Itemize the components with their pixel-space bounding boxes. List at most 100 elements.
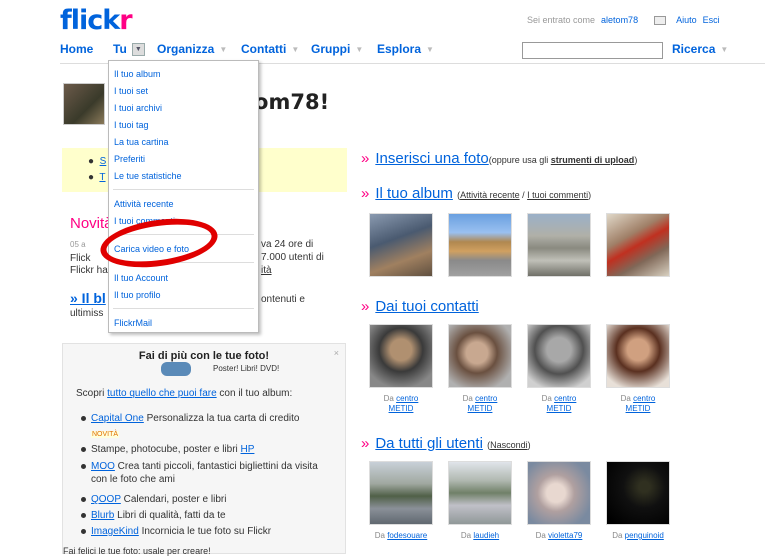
nav-explore[interactable]: Esplora ▼	[377, 42, 434, 56]
contact-caption: Da centro METID	[606, 394, 670, 414]
everyone-caption: Da laudieh	[448, 531, 512, 541]
everyone-photo[interactable]	[369, 461, 433, 525]
user-link[interactable]: laudieh	[473, 531, 499, 540]
news-line-2a: Flickr ha	[70, 265, 108, 276]
everyone-caption: Da violetta79	[527, 531, 591, 541]
menu-item-stats[interactable]: Le tue statistiche	[114, 171, 182, 181]
contact-photo[interactable]	[369, 324, 433, 388]
tip-1-link[interactable]: S	[100, 156, 107, 167]
promo-item: Stampe, photocube, poster e libri HP	[80, 443, 255, 456]
chevron-down-icon[interactable]: ▼	[720, 45, 728, 54]
promo-item-link[interactable]: Blurb	[91, 510, 114, 521]
menu-item-album[interactable]: Il tuo album	[114, 69, 161, 79]
album-photo[interactable]	[606, 213, 670, 277]
blog-link[interactable]: » Il bl	[70, 290, 106, 306]
promo-item-link[interactable]: HP	[241, 444, 255, 455]
contact-link[interactable]: centro	[396, 394, 418, 403]
flickr-logo[interactable]: flickr	[60, 5, 133, 36]
search-input[interactable]	[522, 42, 663, 59]
chevron-down-icon[interactable]: ▼	[219, 45, 227, 54]
promo-item-link[interactable]: Capital One	[91, 413, 144, 424]
album-photo[interactable]	[527, 213, 591, 277]
contacts-link[interactable]: Dai tuoi contatti	[375, 298, 478, 315]
contact-photo[interactable]	[448, 324, 512, 388]
search-button-label: Ricerca	[672, 42, 716, 56]
raquo-icon: »	[361, 298, 370, 315]
caption-from: Da	[612, 531, 625, 540]
everyone-photo[interactable]	[448, 461, 512, 525]
search-button[interactable]: Ricerca ▼	[672, 42, 728, 56]
user-link[interactable]: penguinoid	[625, 531, 664, 540]
upload-tools-link[interactable]: strumenti di upload	[551, 155, 635, 165]
promo-intro-b: con il tuo album:	[216, 388, 293, 399]
caption-from: Da	[374, 531, 388, 540]
mail-icon[interactable]	[654, 15, 667, 25]
album-link[interactable]: Il tuo album	[375, 185, 453, 202]
album-photo[interactable]	[448, 213, 512, 277]
your-comments-link[interactable]: I tuoi commenti	[527, 190, 588, 200]
chevron-down-icon[interactable]: ▼	[291, 45, 299, 54]
contact-photo[interactable]	[606, 324, 670, 388]
menu-divider	[113, 308, 254, 309]
everyone-caption: Da penguinoid	[606, 531, 670, 541]
promo-item-text: Incornicia le tue foto su Flickr	[138, 526, 272, 537]
menu-item-archives[interactable]: I tuoi archivi	[114, 103, 162, 113]
contact-link[interactable]: centro	[554, 394, 576, 403]
menu-item-sets[interactable]: I tuoi set	[114, 86, 148, 96]
menu-item-tags[interactable]: I tuoi tag	[114, 120, 149, 130]
album-photo[interactable]	[369, 213, 433, 277]
contact-link[interactable]: METID	[389, 404, 414, 413]
tip-2[interactable]: ● T	[88, 172, 106, 183]
promo-item-text: Calendari, poster e libri	[120, 494, 227, 505]
chevron-down-icon[interactable]: ▼	[426, 45, 434, 54]
nav-organize[interactable]: Organizza ▼	[157, 42, 227, 56]
recent-activity-link[interactable]: Attività recente	[460, 190, 520, 200]
nav-groups[interactable]: Gruppi ▼	[311, 42, 363, 56]
menu-item-profile[interactable]: Il tuo profilo	[114, 290, 161, 300]
avatar[interactable]	[63, 83, 105, 125]
user-link[interactable]: violetta79	[548, 531, 582, 540]
nav-home[interactable]: Home	[60, 42, 93, 56]
close-icon[interactable]: ×	[334, 348, 339, 358]
promo-intro-link[interactable]: tutto quello che puoi fare	[107, 388, 217, 399]
caption-from: Da	[535, 531, 549, 540]
nav-you-label: Tu	[113, 42, 127, 56]
menu-item-flickrmail[interactable]: FlickrMail	[114, 318, 152, 328]
logout-link[interactable]: Esci	[703, 15, 720, 25]
caption-from: Da	[541, 394, 555, 403]
nav-you[interactable]: Tu ▼	[113, 42, 145, 56]
contact-link[interactable]: METID	[626, 404, 651, 413]
everyone-photo[interactable]	[606, 461, 670, 525]
menu-item-account[interactable]: Il tuo Account	[114, 273, 168, 283]
promo-item-link[interactable]: MOO	[91, 461, 115, 472]
contact-link[interactable]: centro	[633, 394, 655, 403]
news-date: 05 a	[70, 240, 86, 249]
news-line-3[interactable]: ità	[261, 264, 272, 277]
promo-item: MOO Crea tanti piccoli, fantastici bigli…	[81, 460, 318, 486]
news-line-2b: 7.000 utenti di	[261, 252, 324, 263]
menu-item-map[interactable]: La tua cartina	[114, 137, 169, 147]
help-link[interactable]: Aiuto	[676, 15, 697, 25]
everyone-link[interactable]: Da tutti gli utenti	[375, 435, 483, 452]
menu-item-favorites[interactable]: Preferiti	[114, 154, 145, 164]
chevron-down-icon[interactable]: ▼	[355, 45, 363, 54]
menu-item-activity[interactable]: Attività recente	[114, 199, 174, 209]
contact-link[interactable]: METID	[547, 404, 572, 413]
nav-contacts[interactable]: Contatti ▼	[241, 42, 299, 56]
promo-title: Fai di più con le tue foto!	[138, 350, 270, 362]
chevron-down-icon[interactable]: ▼	[131, 42, 145, 56]
upload-link[interactable]: Inserisci una foto	[375, 150, 488, 167]
promo-item-link[interactable]: QOOP	[91, 494, 121, 505]
username-link[interactable]: aletom78	[601, 15, 638, 25]
user-link[interactable]: fodesouare	[387, 531, 427, 540]
tip-2-link[interactable]: T	[99, 172, 105, 183]
everyone-photo[interactable]	[527, 461, 591, 525]
tip-1[interactable]: ● S	[88, 156, 106, 167]
promo-item-link[interactable]: ImageKind	[91, 526, 139, 537]
contact-link[interactable]: centro	[475, 394, 497, 403]
hide-link[interactable]: Nascondi	[490, 440, 528, 450]
raquo-icon: »	[361, 435, 370, 452]
contact-photo[interactable]	[527, 324, 591, 388]
contact-link[interactable]: METID	[468, 404, 493, 413]
caption-from: Da	[462, 394, 476, 403]
